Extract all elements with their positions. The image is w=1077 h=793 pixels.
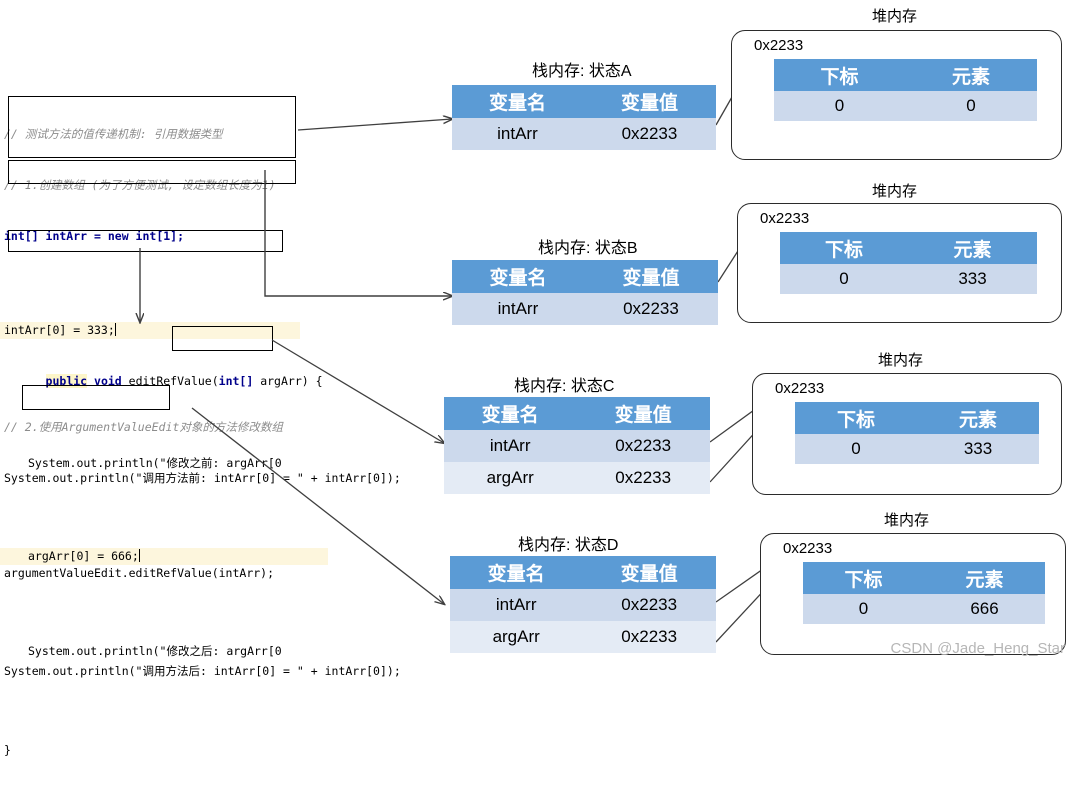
stack-cell-name: argArr xyxy=(450,621,582,653)
table-row: 0 0 xyxy=(774,91,1037,121)
stack-header-name: 变量名 xyxy=(452,85,583,118)
heap-header-index: 下标 xyxy=(774,59,905,91)
arrow-code-to-stackA xyxy=(298,119,452,130)
heap-header-index: 下标 xyxy=(780,232,908,264)
stack-table-B: 变量名 变量值 intArr 0x2233 xyxy=(452,260,718,325)
heap-table-2: 下标 元素 0 333 xyxy=(780,232,1037,294)
heap-cell-element: 333 xyxy=(917,434,1039,464)
heap-address-1: 0x2233 xyxy=(754,37,803,54)
stack-title-B: 栈内存: 状态B xyxy=(538,234,638,258)
stack-cell-value: 0x2233 xyxy=(583,118,716,150)
code-highlight-box-assign666 xyxy=(22,385,170,410)
table-row: intArr 0x2233 xyxy=(450,589,716,621)
table-row: argArr 0x2233 xyxy=(444,462,710,494)
code-highlight-box-declare xyxy=(8,96,296,158)
stack-cell-value: 0x2233 xyxy=(584,293,718,325)
heap-address-4: 0x2233 xyxy=(783,540,832,557)
table-row: intArr 0x2233 xyxy=(444,430,710,462)
code-line-method-signature: public void editRefValue(int[] argArr) { xyxy=(0,356,330,373)
stack-title-A: 栈内存: 状态A xyxy=(532,57,632,81)
heap-title-1: 堆内存 xyxy=(872,5,917,26)
stack-cell-name: intArr xyxy=(450,589,582,621)
heap-address-2: 0x2233 xyxy=(760,210,809,227)
heap-box-3: 0x2233 下标 元素 0 333 xyxy=(752,373,1062,495)
diagram-canvas: // 测试方法的值传递机制: 引用数据类型 // 1.创建数组 (为了方便测试,… xyxy=(0,0,1077,663)
heap-box-2: 0x2233 下标 元素 0 333 xyxy=(737,203,1062,323)
code-highlight-box-assign333 xyxy=(8,160,296,184)
text-caret-2 xyxy=(139,549,140,562)
stack-cell-value: 0x2233 xyxy=(582,621,716,653)
heap-title-4: 堆内存 xyxy=(884,509,929,530)
heap-header-index: 下标 xyxy=(795,402,917,434)
stack-cell-value: 0x2233 xyxy=(582,589,716,621)
heap-cell-index: 0 xyxy=(774,91,905,121)
stack-cell-value: 0x2233 xyxy=(576,430,710,462)
stack-header-value: 变量值 xyxy=(584,260,718,293)
stack-title-C: 栈内存: 状态C xyxy=(514,372,614,396)
stack-cell-name: argArr xyxy=(444,462,576,494)
stack-table-A: 变量名 变量值 intArr 0x2233 xyxy=(452,85,716,150)
heap-header-element: 元素 xyxy=(908,232,1037,264)
heap-header-element: 元素 xyxy=(917,402,1039,434)
heap-cell-element: 333 xyxy=(908,264,1037,294)
code-highlight-box-param xyxy=(172,326,273,351)
stack-header-name: 变量名 xyxy=(444,397,576,430)
code-line-assign-666: argArr[0] = 666; xyxy=(0,548,328,565)
method-param: int[] xyxy=(219,374,254,388)
stack-header-name: 变量名 xyxy=(450,556,582,589)
table-row: intArr 0x2233 xyxy=(452,118,716,150)
heap-cell-index: 0 xyxy=(795,434,917,464)
stack-header-value: 变量值 xyxy=(576,397,710,430)
stack-cell-name: intArr xyxy=(452,293,584,325)
table-row: intArr 0x2233 xyxy=(452,293,718,325)
table-row: 0 333 xyxy=(795,434,1039,464)
code-line-println-before-edit: System.out.println("修改之前: argArr[0 xyxy=(0,455,330,472)
heap-header-element: 元素 xyxy=(924,562,1045,594)
stack-table-D: 变量名 变量值 intArr 0x2233 argArr 0x2233 xyxy=(450,556,716,653)
code-line-method-close: } xyxy=(0,742,330,759)
table-row: argArr 0x2233 xyxy=(450,621,716,653)
stack-cell-name: intArr xyxy=(444,430,576,462)
stack-title-D: 栈内存: 状态D xyxy=(518,531,618,555)
heap-table-1: 下标 元素 0 0 xyxy=(774,59,1037,121)
heap-box-1: 0x2233 下标 元素 0 0 xyxy=(731,30,1062,160)
heap-table-3: 下标 元素 0 333 xyxy=(795,402,1039,464)
table-row: 0 333 xyxy=(780,264,1037,294)
heap-cell-index: 0 xyxy=(780,264,908,294)
heap-cell-element: 666 xyxy=(924,594,1045,624)
heap-box-4: 0x2233 下标 元素 0 666 xyxy=(760,533,1066,655)
stack-cell-value: 0x2233 xyxy=(576,462,710,494)
stack-header-name: 变量名 xyxy=(452,260,584,293)
heap-table-4: 下标 元素 0 666 xyxy=(803,562,1045,624)
heap-title-3: 堆内存 xyxy=(878,349,923,370)
code-highlight-box-call xyxy=(8,230,283,252)
heap-title-2: 堆内存 xyxy=(872,180,917,201)
heap-cell-index: 0 xyxy=(803,594,924,624)
heap-address-3: 0x2233 xyxy=(775,380,824,397)
stack-table-C: 变量名 变量值 intArr 0x2233 argArr 0x2233 xyxy=(444,397,710,494)
heap-header-index: 下标 xyxy=(803,562,924,594)
heap-header-element: 元素 xyxy=(905,59,1037,91)
stack-cell-name: intArr xyxy=(452,118,583,150)
csdn-watermark: CSDN @Jade_Heng_Star xyxy=(891,640,1065,657)
stack-header-value: 变量值 xyxy=(582,556,716,589)
table-row: 0 666 xyxy=(803,594,1045,624)
stack-header-value: 变量值 xyxy=(583,85,716,118)
heap-cell-element: 0 xyxy=(905,91,1037,121)
code-line-println-after-edit: System.out.println("修改之后: argArr[0 xyxy=(0,643,330,660)
